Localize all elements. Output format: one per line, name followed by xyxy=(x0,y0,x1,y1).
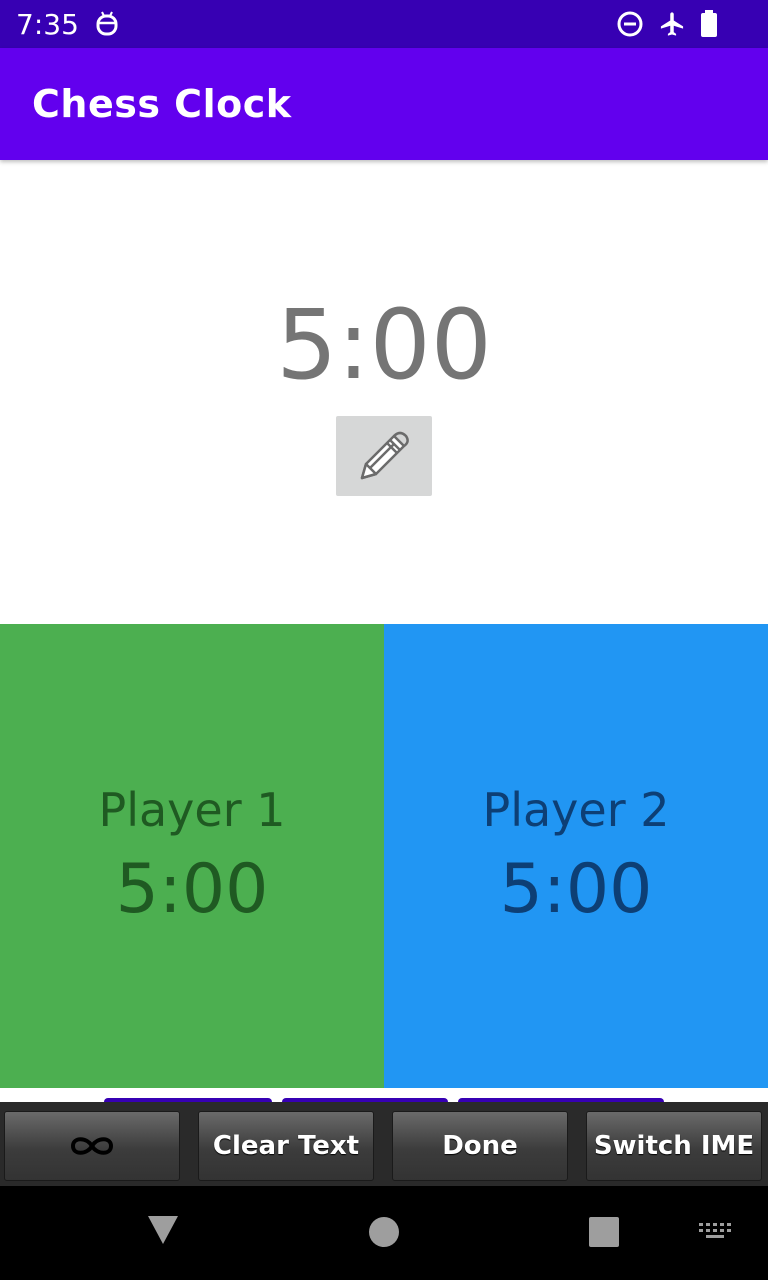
infinity-button[interactable] xyxy=(4,1111,180,1181)
recents-icon[interactable] xyxy=(588,1214,620,1248)
player-2-clock-button[interactable]: Player 2 5:00 xyxy=(384,624,768,1088)
app-bar: Chess Clock xyxy=(0,48,768,160)
ime-toolbar: Clear Text Done Switch IME xyxy=(0,1102,768,1186)
edit-time-button[interactable] xyxy=(336,416,432,496)
android-debug-icon xyxy=(96,11,118,36)
player-1-clock-button[interactable]: Player 1 5:00 xyxy=(0,624,384,1088)
status-bar: 7:35 xyxy=(0,0,768,48)
infinity-icon xyxy=(70,1137,114,1155)
battery-icon xyxy=(701,10,717,37)
main-clock-time: 5:00 xyxy=(276,289,492,401)
back-icon[interactable] xyxy=(146,1214,180,1248)
do-not-disturb-icon xyxy=(617,11,643,37)
clear-text-button[interactable]: Clear Text xyxy=(198,1111,374,1181)
status-icons xyxy=(616,8,718,40)
status-time: 7:35 xyxy=(16,8,79,41)
player-time: 5:00 xyxy=(499,850,653,929)
navigation-bar xyxy=(0,1186,768,1280)
app-title: Chess Clock xyxy=(32,82,292,126)
player-time: 5:00 xyxy=(115,850,269,929)
home-icon[interactable] xyxy=(368,1214,400,1248)
keyboard-icon[interactable] xyxy=(698,1222,732,1242)
pencil-icon xyxy=(360,431,409,480)
switch-ime-button[interactable]: Switch IME xyxy=(586,1111,762,1181)
done-button[interactable]: Done xyxy=(392,1111,568,1181)
airplane-mode-icon xyxy=(660,12,684,36)
player-name: Player 2 xyxy=(482,783,670,837)
player-name: Player 1 xyxy=(98,783,286,837)
